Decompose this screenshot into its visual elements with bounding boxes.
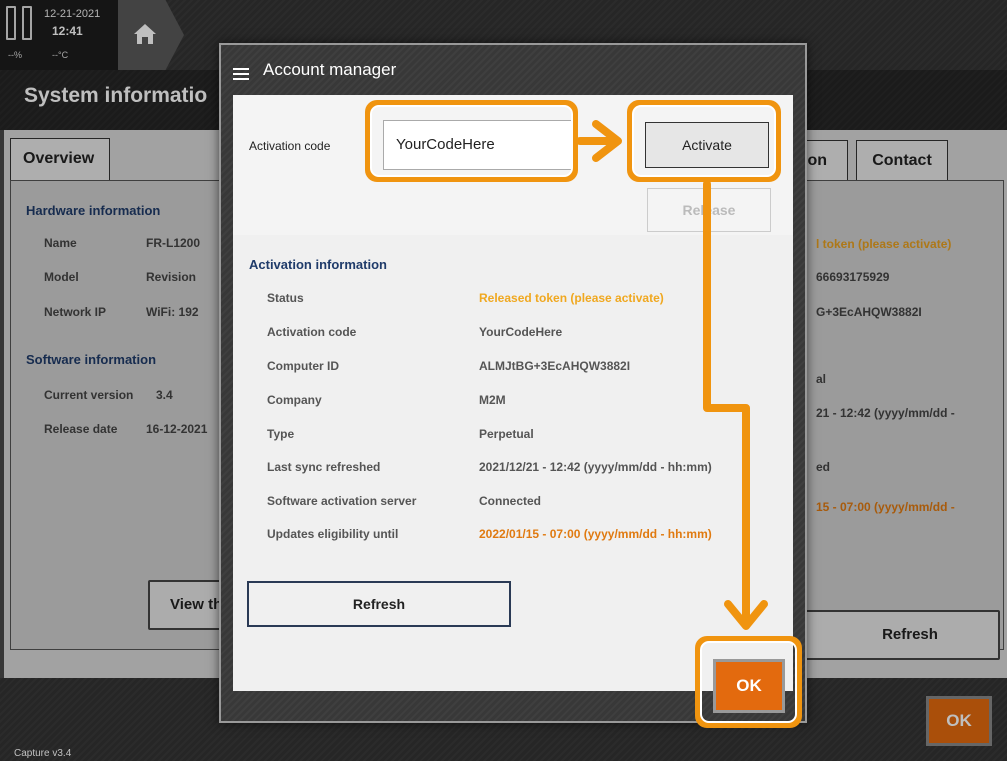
arrow-to-ok <box>703 180 768 630</box>
tutorial-arrows <box>576 120 768 630</box>
arrow-to-activate <box>576 120 622 162</box>
